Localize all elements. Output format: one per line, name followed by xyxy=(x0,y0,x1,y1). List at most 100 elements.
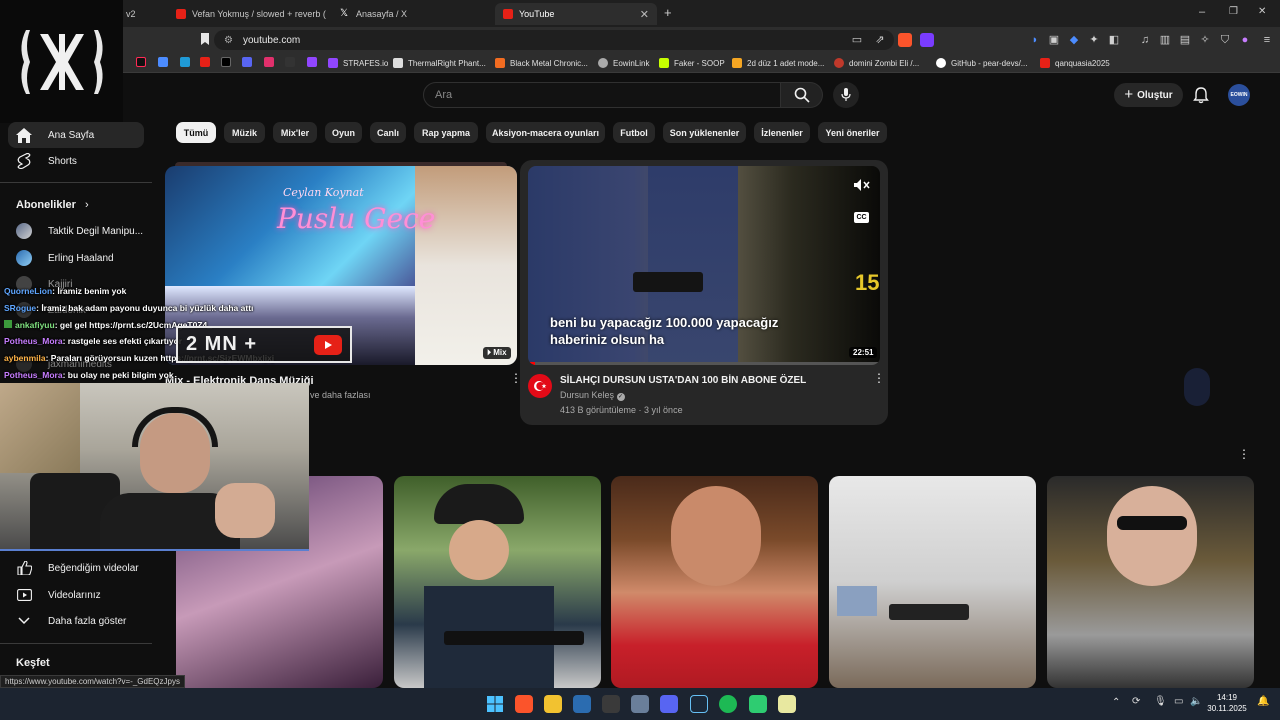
mute-icon[interactable] xyxy=(854,179,870,194)
channel-name[interactable]: Dursun Keleş ✓ xyxy=(560,390,625,401)
x-logo-icon[interactable] xyxy=(221,57,231,67)
extension-icon[interactable]: ◧ xyxy=(1107,33,1121,47)
system-clock[interactable]: 14:19 30.11.2025 xyxy=(1202,692,1252,714)
chip-rap[interactable]: Rap yapma xyxy=(414,122,478,143)
brave-shield-icon[interactable] xyxy=(898,33,912,47)
bookmark-thermalright[interactable]: ThermalRight Phant... xyxy=(393,56,486,70)
brave-rewards-icon[interactable] xyxy=(920,33,934,47)
brave-browser-icon[interactable] xyxy=(515,695,533,713)
profile-icon[interactable]: ● xyxy=(1238,33,1252,47)
extension-icon[interactable]: ◗ xyxy=(1028,33,1042,47)
youtube-icon[interactable] xyxy=(200,57,210,67)
video-title[interactable]: SİLAHÇI DURSUN USTA'DAN 100 BİN ABONE ÖZ… xyxy=(560,375,806,386)
bookmark-domini[interactable]: domini Zombi Eli /... xyxy=(834,56,919,70)
wallet-icon[interactable]: ▤ xyxy=(1178,33,1192,47)
bookmark-strafes[interactable]: STRAFES.io xyxy=(328,56,388,70)
sidebar-item-liked[interactable]: Beğendiğim videolar xyxy=(8,555,144,581)
close-window-button[interactable]: ✕ xyxy=(1258,6,1266,17)
sidebar-item-shorts[interactable]: Shorts xyxy=(8,148,144,174)
chip-live[interactable]: Canlı xyxy=(370,122,406,143)
share-icon[interactable]: ⇗ xyxy=(873,33,887,47)
sidebar-icon[interactable]: ▥ xyxy=(1158,33,1172,47)
tool-icon[interactable] xyxy=(602,695,620,713)
extension-icon[interactable]: ◆ xyxy=(1067,33,1081,47)
bookmark-github[interactable]: GitHub - pear-devs/... xyxy=(936,56,1027,70)
notifications-icon[interactable]: 🔔 xyxy=(1257,696,1269,707)
shorts-thumbnail[interactable] xyxy=(394,476,601,688)
bookmark-eowinlink[interactable]: EowinLink xyxy=(598,56,649,70)
site-info-icon[interactable]: ⚙ xyxy=(224,35,233,46)
windows-start-icon[interactable] xyxy=(486,695,504,713)
bookmark-icon[interactable] xyxy=(198,33,212,47)
sync-icon[interactable]: ⟳ xyxy=(1132,696,1140,707)
microphone-icon[interactable]: 🎙 xyxy=(1154,696,1167,707)
steam-icon[interactable] xyxy=(690,695,708,713)
address-bar[interactable]: ⚙ youtube.com xyxy=(214,30,894,50)
create-button[interactable]: + Oluştur xyxy=(1114,83,1183,107)
search-input[interactable]: Ara xyxy=(423,82,781,108)
minimize-button[interactable]: – xyxy=(1199,6,1205,18)
bookmark-icon[interactable] xyxy=(158,57,168,67)
menu-icon[interactable]: ≡ xyxy=(1260,33,1274,47)
subscriptions-heading[interactable]: Abonelikler › xyxy=(16,199,89,211)
instagram-icon[interactable] xyxy=(264,57,274,67)
sidebar-sub-item[interactable]: Taktik Degil Manipu... xyxy=(8,218,144,244)
search-button[interactable] xyxy=(781,82,823,108)
puzzle-icon[interactable]: ✦ xyxy=(1087,33,1101,47)
extension-icon[interactable]: ▣ xyxy=(1047,33,1061,47)
store-icon[interactable] xyxy=(573,695,591,713)
bookmark-black-metal[interactable]: Black Metal Chronic... xyxy=(495,56,588,70)
shorts-more-options-icon[interactable]: ⋮ xyxy=(1238,448,1250,460)
chip-action-adventure[interactable]: Aksiyon-macera oyunları xyxy=(486,122,605,143)
vpn-icon[interactable]: ⛉ xyxy=(1218,33,1232,47)
chip-all[interactable]: Tümü xyxy=(176,122,216,143)
chevron-up-icon[interactable]: ⌃ xyxy=(1112,697,1120,708)
chip-recently-uploaded[interactable]: Son yüklenenler xyxy=(663,122,746,143)
discord-icon[interactable] xyxy=(660,695,678,713)
voice-search-button[interactable] xyxy=(833,82,859,108)
restore-button[interactable]: ❐ xyxy=(1229,6,1238,17)
twitch-icon[interactable] xyxy=(307,57,317,67)
bookmark-qanquasia[interactable]: qanquasia2025 xyxy=(1040,56,1110,70)
chip-mixes[interactable]: Mix'ler xyxy=(273,122,317,143)
bookmark-faker[interactable]: Faker - SOOP xyxy=(659,56,725,70)
chip-gaming[interactable]: Oyun xyxy=(325,122,362,143)
discord-icon[interactable] xyxy=(242,57,252,67)
file-explorer-icon[interactable] xyxy=(544,695,562,713)
chip-music[interactable]: Müzik xyxy=(224,122,265,143)
volume-icon[interactable]: 🔈 xyxy=(1190,696,1202,707)
bookmark-2d[interactable]: 2d düz 1 adet mode... xyxy=(732,56,824,70)
progress-bar[interactable] xyxy=(528,362,880,365)
network-icon[interactable]: ▭ xyxy=(1174,696,1183,707)
shorts-thumbnail[interactable] xyxy=(611,476,818,688)
channel-avatar[interactable] xyxy=(528,374,552,398)
chip-watched[interactable]: İzlenenler xyxy=(754,122,810,143)
tab-x[interactable]: 𝕏 Anasayfa / X xyxy=(332,3,490,25)
more-options-icon[interactable]: ⋮ xyxy=(873,372,885,384)
sidebar-item-your-videos[interactable]: Videolarınız xyxy=(8,582,144,608)
chip-football[interactable]: Futbol xyxy=(613,122,655,143)
app-icon[interactable] xyxy=(631,695,649,713)
bookmark-icon[interactable] xyxy=(285,57,295,67)
tab-vefan[interactable]: Vefan Yokmuş / slowed + reverb (Me xyxy=(168,3,326,25)
music-icon[interactable]: ♫ xyxy=(1138,33,1152,47)
notepad-icon[interactable] xyxy=(778,695,796,713)
more-options-icon[interactable]: ⋮ xyxy=(510,372,522,384)
tiktok-icon[interactable] xyxy=(136,57,146,67)
shorts-thumbnail[interactable] xyxy=(829,476,1036,688)
shorts-thumbnail[interactable] xyxy=(1047,476,1254,688)
notifications-button[interactable] xyxy=(1192,86,1210,104)
chip-new-to-you[interactable]: Yeni öneriler xyxy=(818,122,887,143)
cast-icon[interactable]: ▭ xyxy=(850,33,864,47)
avatar[interactable]: EOWIN xyxy=(1228,84,1250,106)
app-icon[interactable] xyxy=(749,695,767,713)
tab-v2[interactable]: v2 xyxy=(118,3,168,25)
sidebar-item-show-more[interactable]: Daha fazla göster xyxy=(8,608,144,634)
sidebar-item-home[interactable]: Ana Sayfa xyxy=(8,122,144,148)
sidebar-sub-item[interactable]: Erling Haaland xyxy=(8,245,144,271)
new-tab-button[interactable]: + xyxy=(664,5,672,20)
video-preview[interactable]: 15 beni bu yapacağız 100.000 yapacağız h… xyxy=(528,166,880,365)
spotify-icon[interactable] xyxy=(719,695,737,713)
close-tab-icon[interactable]: ✕ xyxy=(632,8,649,21)
leo-icon[interactable]: ✧ xyxy=(1198,33,1212,47)
